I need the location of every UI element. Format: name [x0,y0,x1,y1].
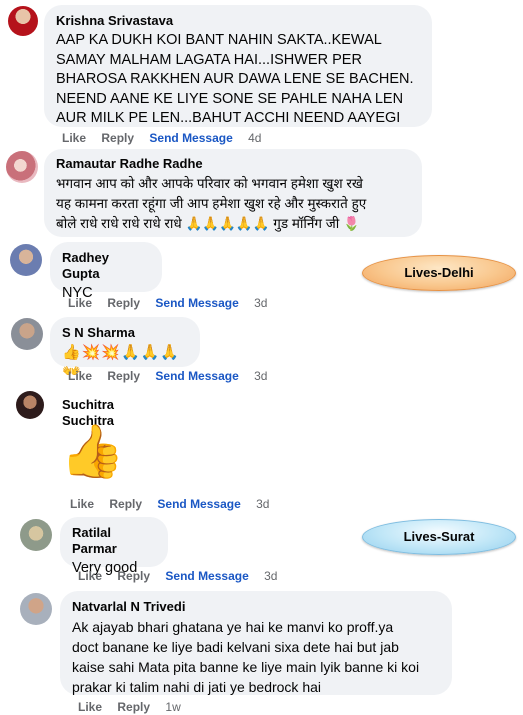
comment-actions: Like Reply Send Message 3d [78,569,289,583]
comment-author[interactable]: S N Sharma [62,325,188,341]
comment-line: SAMAY MALHAM LAGATA HAI...ISHWER PER [56,51,362,68]
comment-author[interactable]: Radhey Gupta [62,250,150,282]
reply-link[interactable]: Reply [117,569,150,583]
comment-actions: Like Reply Send Message 3d [68,369,279,383]
comment-timestamp[interactable]: 3d [256,497,269,511]
comment-line: prakar ki talim nahi di jati ye bedrock … [72,679,322,695]
like-link[interactable]: Like [68,296,92,310]
comment-timestamp[interactable]: 3d [254,369,267,383]
comment-bubble: Ratilal Parmar Very good [60,517,168,576]
comment-text: Ak ajayab bhari ghatana ye hai ke manvi … [72,617,440,697]
comment-bubble: S N Sharma 👍💥💥🙏🙏🙏👐 [50,317,200,380]
comment-text: AAP KA DUKH KOI BANT NAHIN SAKTA..KEWAL … [56,31,420,129]
avatar[interactable] [20,593,52,625]
send-message-link[interactable]: Send Message [165,569,248,583]
lives-surat-label: Lives-Surat [362,519,516,555]
comment-timestamp[interactable]: 4d [248,131,261,145]
reply-link[interactable]: Reply [107,369,140,383]
comment-line: kaise sahi Mata pita banne ke liye main … [72,659,420,675]
like-link[interactable]: Like [78,569,102,583]
comment-author[interactable]: Ramautar Radhe Radhe [56,156,410,172]
lives-delhi-label: Lives-Delhi [362,255,516,291]
comment-line: बोले राधे राधे राधे राधे राधे 🙏🙏🙏🙏🙏 गुड … [56,216,360,231]
reply-link[interactable]: Reply [109,497,142,511]
like-link[interactable]: Like [78,700,102,714]
reply-link[interactable]: Reply [107,296,140,310]
avatar[interactable] [11,318,43,350]
comment-line: AAP KA DUKH KOI BANT NAHIN SAKTA..KEWAL [56,32,382,48]
comment-line: doct banane ke liye badi kelvani sixa de… [72,639,399,655]
comment-bubble: Ramautar Radhe Radhe भगवान आप को और आपके… [44,149,422,237]
comment-actions: Like Reply Send Message 3d [70,497,281,511]
comment-bubble: Natvarlal N Trivedi Ak ajayab bhari ghat… [60,591,452,695]
comment-text: भगवान आप को और आपके परिवार को भगवान हमेश… [56,174,410,234]
comment-bubble: Krishna Srivastava AAP KA DUKH KOI BANT … [44,5,432,127]
comment-author[interactable]: Krishna Srivastava [56,13,420,29]
comment-author[interactable]: Ratilal Parmar [72,525,156,557]
comment-bubble: Radhey Gupta NYC [50,242,162,301]
comment-timestamp[interactable]: 3d [264,569,277,583]
comment-line: BHAROSA RAKKHEN AUR DAWA LENE SE BACHEN. [56,71,414,87]
comment-author[interactable]: Natvarlal N Trivedi [72,599,440,615]
comment-actions: Like Reply Send Message 4d [62,131,273,145]
avatar[interactable] [20,519,52,551]
avatar[interactable] [10,244,42,276]
comment-line: भगवान आप को और आपके परिवार को भगवान हमेश… [56,176,363,191]
comment-actions: Like Reply Send Message 3d [68,296,279,310]
like-link[interactable]: Like [62,131,86,145]
comment-line: यह कामना करता रहूंगा जी आप हमेशा खुश रहे… [56,196,367,211]
comment-line: NEEND AANE KE LIYE SONE SE PAHLE NAHA LE… [56,90,404,107]
thumbs-up-sticker-icon: 👍 [60,423,125,481]
avatar[interactable] [16,391,44,419]
comment-actions: Like Reply 1w [78,700,193,714]
comment-line: AUR MILK PE LEN...BAHUT ACCHI NEEND AAYE… [56,110,401,126]
avatar[interactable] [8,6,38,36]
send-message-link[interactable]: Send Message [155,369,238,383]
reply-link[interactable]: Reply [117,700,150,714]
comment-line: Ak ajayab bhari ghatana ye hai ke manvi … [72,619,394,635]
reply-link[interactable]: Reply [101,131,134,145]
send-message-link[interactable]: Send Message [149,131,232,145]
avatar[interactable] [6,151,38,183]
send-message-link[interactable]: Send Message [155,296,238,310]
comment-timestamp[interactable]: 1w [165,700,180,714]
like-link[interactable]: Like [70,497,94,511]
like-link[interactable]: Like [68,369,92,383]
send-message-link[interactable]: Send Message [157,497,240,511]
comment-timestamp[interactable]: 3d [254,296,267,310]
